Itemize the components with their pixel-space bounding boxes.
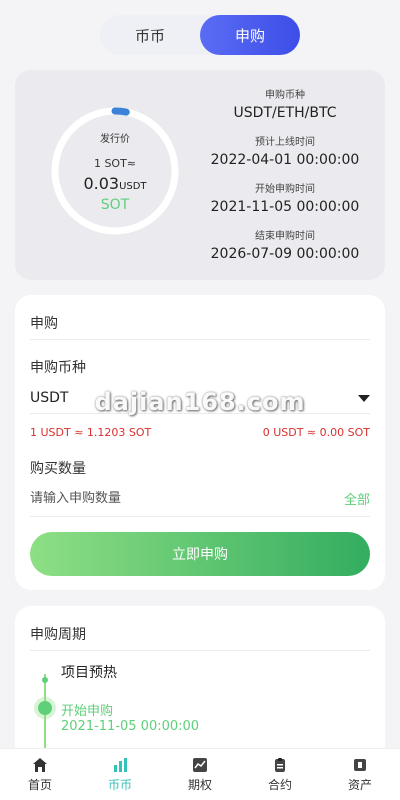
rate-line: 1 SOT≈ [93,156,137,170]
subscription-info-card: 发行价 1 SOT≈ 0.03USDT SOT 申购币种 USDT/ETH/BT… [15,70,385,280]
timeline-dot-active [38,701,52,715]
currency-select[interactable]: USDT [30,383,370,413]
cycle-title: 申购周期 [30,627,86,643]
tab-spot[interactable]: 币币 [100,15,200,55]
conversion-rates: 1 USDT ≈ 1.1203 SOT 0 USDT ≈ 0.00 SOT [30,426,370,439]
issue-price-block: 发行价 1 SOT≈ 0.03USDT SOT [50,106,180,236]
step-warmup: 项目预热 [61,665,117,681]
trend-chart-icon [193,757,207,772]
divider [30,516,370,517]
clipboard-icon [275,757,285,772]
cycle-card: 申购周期 项目预热 开始申购 2021-11-05 00:00:00 [15,606,385,774]
subscription-meta: 申购币种 USDT/ETH/BTC 预计上线时间 2022-04-01 00:0… [195,86,375,274]
currency-label: 申购币种 [30,360,86,376]
rate-left: 1 USDT ≈ 1.1203 SOT [30,426,152,439]
home-icon [33,757,47,772]
purchase-card: 申购 申购币种 USDT 1 USDT ≈ 1.1203 SOT 0 USDT … [15,295,385,590]
end-time-key: 结束申购时间 [255,231,315,242]
nav-spot[interactable]: 币币 [80,749,160,800]
nav-contract[interactable]: 合约 [240,749,320,800]
token-symbol: SOT [100,196,130,213]
nav-label: 资产 [347,777,372,792]
start-time-key: 开始申购时间 [255,184,315,195]
currency-key: 申购币种 [265,90,305,101]
bar-chart-icon [114,757,127,772]
wallet-icon [354,758,366,771]
step-start-time: 2021-11-05 00:00:00 [61,719,200,734]
rate-right: 0 USDT ≈ 0.00 SOT [262,426,370,439]
nav-label: 币币 [107,777,132,792]
issue-price-label: 发行价 [100,133,130,145]
divider [30,339,370,340]
listing-time-value: 2022-04-01 00:00:00 [210,152,360,168]
quantity-label: 购买数量 [30,461,86,477]
purchase-title: 申购 [30,316,58,332]
timeline-dot [42,677,48,683]
currency-value: USDT/ETH/BTC [233,105,337,121]
all-button[interactable]: 全部 [344,489,370,508]
nav-options[interactable]: 期权 [160,749,240,800]
end-time-value: 2026-07-09 00:00:00 [210,246,360,262]
quantity-input[interactable] [30,490,290,506]
listing-time-key: 预计上线时间 [255,137,315,148]
tab-subscribe[interactable]: 申购 [200,15,300,55]
nav-home[interactable]: 首页 [0,749,80,800]
divider [30,413,370,414]
nav-label: 首页 [27,777,52,792]
segmented-tabs: 币币 申购 [100,15,300,55]
caret-down-icon [358,394,370,402]
nav-label: 期权 [187,777,212,792]
nav-label: 合约 [267,777,292,792]
nav-assets[interactable]: 资产 [320,749,400,800]
quantity-row: 全部 [30,486,370,510]
subscribe-button[interactable]: 立即申购 [30,532,370,576]
selected-currency: USDT [30,390,69,406]
bottom-nav: 首页 币币 期权 合约 资产 [0,748,400,800]
start-time-value: 2021-11-05 00:00:00 [210,199,360,215]
rate-value: 0.03USDT [83,173,147,193]
step-start: 开始申购 [61,704,114,719]
divider [30,650,370,651]
